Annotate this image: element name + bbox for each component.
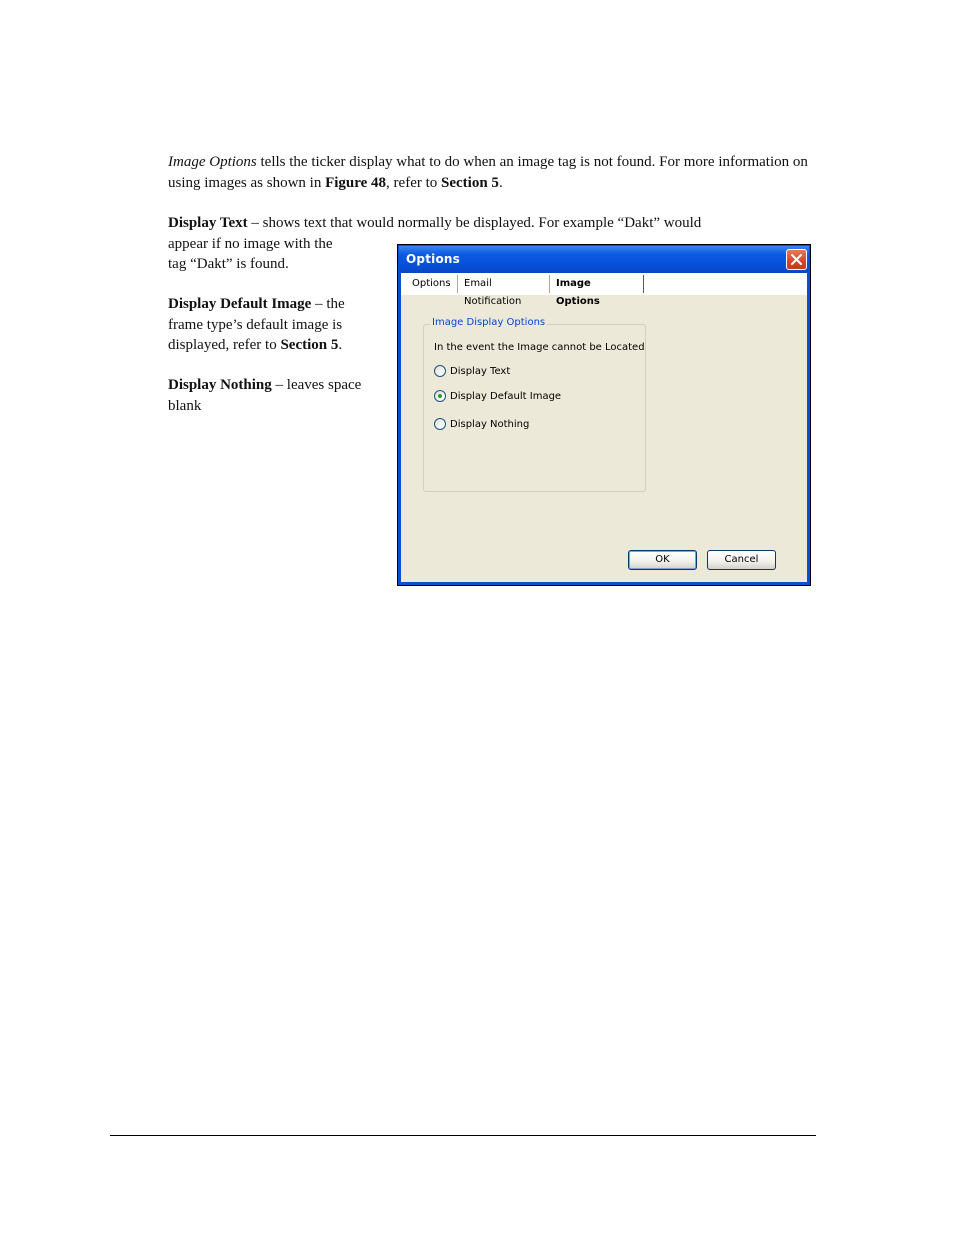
radio-button-icon[interactable]	[434, 365, 446, 377]
display-text-term: Display Text	[168, 215, 248, 231]
dialog-title: Options	[406, 252, 460, 266]
image-display-options-group: Image Display Options In the event the I…	[423, 317, 646, 492]
intro-term: Image Options	[168, 154, 257, 170]
tab-options[interactable]: Options	[406, 275, 456, 293]
ok-button[interactable]: OK	[628, 550, 697, 570]
tab-email-notification[interactable]: Email Notification	[457, 275, 548, 307]
display-nothing-paragraph: Display Nothing – leaves space blank	[168, 375, 378, 416]
radio-button-icon[interactable]	[434, 418, 446, 430]
group-title: Image Display Options	[430, 317, 548, 328]
radio-label: Display Text	[450, 366, 511, 377]
options-dialog: Options Options Email Notification Image…	[397, 244, 811, 586]
radio-button-checked-icon[interactable]	[434, 390, 446, 402]
display-nothing-term: Display Nothing	[168, 377, 272, 393]
tab-image-options[interactable]: Image Options	[549, 275, 644, 307]
dialog-client-area: Options Email Notification Image Options…	[401, 273, 807, 582]
close-icon	[791, 254, 802, 265]
display-default-term: Display Default Image	[168, 296, 312, 312]
radio-label: Display Nothing	[450, 419, 530, 430]
display-text-line-1: Display Text – shows text that would nor…	[168, 213, 818, 234]
intro-text-2: , refer to	[386, 174, 442, 191]
display-default-paragraph: Display Default Image – the frame type’s…	[168, 294, 378, 356]
cancel-button[interactable]: Cancel	[707, 550, 776, 570]
section-reference: Section 5	[441, 174, 499, 191]
close-button[interactable]	[786, 249, 807, 270]
display-text-desc: – shows text that would normally be disp…	[247, 215, 702, 231]
intro-text-3: .	[498, 174, 503, 191]
figure-reference: Figure 48	[325, 174, 387, 191]
display-default-section-ref: Section 5	[280, 337, 339, 353]
radio-label: Display Default Image	[450, 391, 562, 402]
intro-paragraph: Image Options tells the ticker display w…	[168, 152, 818, 193]
group-description: In the event the Image cannot be Located	[434, 342, 645, 353]
display-default-end: .	[338, 337, 343, 353]
footer-divider	[110, 1135, 816, 1136]
dialog-titlebar[interactable]: Options	[399, 246, 809, 273]
tab-strip: Options Email Notification Image Options	[401, 273, 807, 307]
